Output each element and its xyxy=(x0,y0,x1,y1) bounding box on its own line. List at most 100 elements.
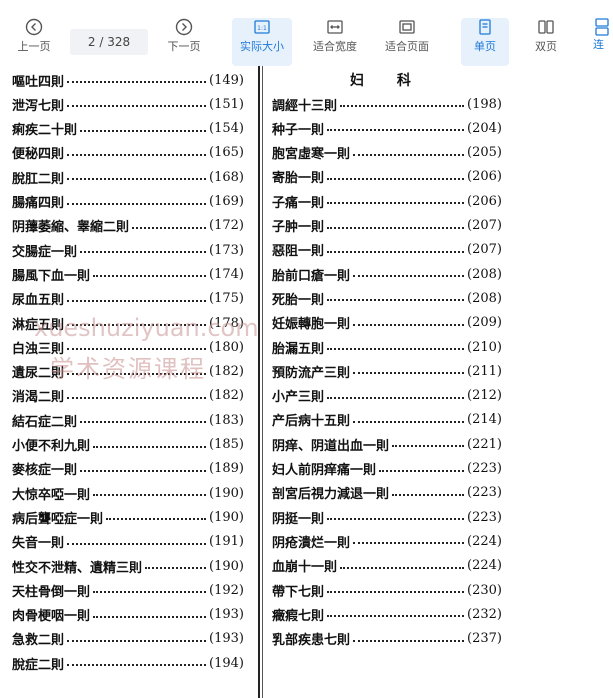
toc-entry-title: 阴疮潰烂一則 xyxy=(272,535,351,551)
toc-entry-page: (210) xyxy=(467,339,502,355)
toc-entry: 肉骨梗咽一則 (193) xyxy=(12,604,244,626)
toc-entry-page: (207) xyxy=(467,242,502,258)
leader-dots xyxy=(327,226,465,229)
toc-entry-title: 失音一則 xyxy=(12,536,65,552)
toc-entry-page: (206) xyxy=(467,193,502,209)
toc-entry-page: (205) xyxy=(467,145,502,161)
toc-entry-page: (194) xyxy=(209,655,244,671)
leader-dots xyxy=(340,566,465,569)
toc-entry-page: (209) xyxy=(467,315,502,331)
toc-entry: 泄泻七則 (151) xyxy=(12,93,244,115)
toc-entry-title: 寄胎一則 xyxy=(272,171,325,187)
leader-dots xyxy=(80,421,207,424)
toc-entry: 腸風下血一則 (174) xyxy=(12,263,244,285)
toc-entry-page: (208) xyxy=(467,266,502,282)
toc-entry: 便秘四則 (165) xyxy=(12,142,244,164)
prev-page-label: 上一页 xyxy=(17,40,51,53)
toc-entry: 失音一則 (191) xyxy=(12,531,244,553)
toc-entry-page: (223) xyxy=(467,485,502,501)
toc-entry-title: 小便不利九則 xyxy=(12,439,91,454)
toc-entry: 結石症二則 (183) xyxy=(12,409,244,431)
toc-entry: 惡阻一則 (207) xyxy=(272,239,502,261)
leader-dots xyxy=(93,494,207,497)
toc-entry-title: 預防流产三則 xyxy=(272,365,351,381)
continuous-button[interactable]: 连 xyxy=(593,18,613,66)
toc-entry-title: 尿血五則 xyxy=(12,293,65,309)
toc-entry-title: 癥瘕七則 xyxy=(272,608,325,624)
toc-entry-page: (151) xyxy=(209,96,244,112)
toc-entry: 尿血五則 (175) xyxy=(12,288,244,310)
toc-entry-title: 天柱骨倒一則 xyxy=(12,584,91,600)
toc-entry-title: 痢疾二十則 xyxy=(12,123,78,139)
leader-dots xyxy=(392,445,465,448)
toc-entry-title: 麥核症一則 xyxy=(12,463,78,479)
toc-entry: 大惊卒啞一則 (190) xyxy=(12,482,244,504)
toc-entry: 交腸症一則 (173) xyxy=(12,239,244,261)
continuous-page-icon xyxy=(595,18,609,36)
continuous-label: 连 xyxy=(593,38,604,51)
toc-entry-title: 腸痛四則 xyxy=(12,196,65,211)
toc-entry: 小产三則 (212) xyxy=(272,385,502,407)
double-page-icon xyxy=(538,20,554,34)
leader-dots xyxy=(80,469,207,472)
toc-entry-title: 血崩十一則 xyxy=(272,560,338,576)
leader-dots xyxy=(67,178,207,181)
leader-dots xyxy=(67,81,207,83)
toc-entry: 妊娠轉胞一則 (209) xyxy=(272,312,502,334)
toc-entry: 麥核症一則 (189) xyxy=(12,458,244,480)
toc-entry-title: 阴痒、阴道出血一則 xyxy=(272,438,390,454)
leader-dots xyxy=(67,153,207,156)
toc-entry-title: 种子一則 xyxy=(272,122,325,138)
toc-entry: 急救二則 (193) xyxy=(12,628,244,650)
toc-entry-title: 产后病十五則 xyxy=(272,414,351,430)
actual-size-icon: 1:1 xyxy=(254,20,270,34)
leader-dots xyxy=(353,420,465,423)
leader-dots xyxy=(67,396,207,399)
toc-entry-page: (221) xyxy=(467,436,502,452)
leader-dots xyxy=(93,445,207,448)
leader-dots xyxy=(132,226,207,229)
toc-entry: 胞宮虛寒一則 (205) xyxy=(272,142,502,164)
fit-width-button[interactable]: 适合宽度 xyxy=(305,18,365,66)
chevron-left-circle-icon xyxy=(25,18,43,36)
fit-page-button[interactable]: 适合页面 xyxy=(377,18,437,66)
toc-entry-title: 病后聾啞症一則 xyxy=(12,511,104,527)
toc-entry: 性交不泄精、遺精三則 (190) xyxy=(12,555,244,577)
fit-width-icon xyxy=(327,20,343,34)
toc-entry-page: (190) xyxy=(209,485,244,501)
actual-size-button[interactable]: 1:1 实际大小 xyxy=(232,18,292,66)
toc-entry: 腸痛四則 (169) xyxy=(12,191,244,213)
toc-entry-page: (180) xyxy=(209,339,244,355)
toc-entry-title: 剖宮后視力減退一則 xyxy=(272,487,390,503)
leader-dots xyxy=(340,105,465,107)
toc-entry-page: (204) xyxy=(467,120,502,136)
toc-entry-page: (198) xyxy=(467,96,502,112)
toc-entry-page: (214) xyxy=(467,412,502,428)
toc-entry: 小便不利九則 (185) xyxy=(12,434,244,456)
toc-entry: 子痛一則 (206) xyxy=(272,190,502,212)
toc-entry: 嘔吐四則 (149) xyxy=(12,69,244,91)
toc-entry: 癥瘕七則 (232) xyxy=(272,603,502,625)
toc-entry-title: 嘔吐四則 xyxy=(12,74,65,90)
leader-dots xyxy=(353,639,465,642)
toc-entry-page: (192) xyxy=(209,582,244,598)
next-page-button[interactable]: 下一页 xyxy=(154,18,214,66)
toc-entry-title: 調經十三則 xyxy=(272,98,338,114)
toc-entry-title: 乳部疾患七則 xyxy=(272,633,351,649)
toc-entry-title: 子肿一則 xyxy=(272,220,325,235)
double-page-button[interactable]: 双页 xyxy=(517,18,575,66)
toc-entry-page: (193) xyxy=(209,607,244,623)
toc-entry: 脫症二則 (194) xyxy=(12,652,244,674)
actual-size-label: 实际大小 xyxy=(240,40,284,53)
prev-page-button[interactable]: 上一页 xyxy=(4,18,64,66)
leader-dots xyxy=(93,591,207,594)
leader-dots xyxy=(80,129,207,132)
toc-entry-page: (154) xyxy=(209,121,244,137)
page-number-input[interactable]: 2 / 328 xyxy=(70,29,148,55)
toc-entry-page: (224) xyxy=(467,533,502,549)
leader-dots xyxy=(327,396,465,399)
leader-dots xyxy=(327,518,465,521)
toc-entry-title: 泄泻七則 xyxy=(12,98,65,114)
single-page-button[interactable]: 单页 xyxy=(461,18,509,66)
leader-dots xyxy=(327,129,465,132)
